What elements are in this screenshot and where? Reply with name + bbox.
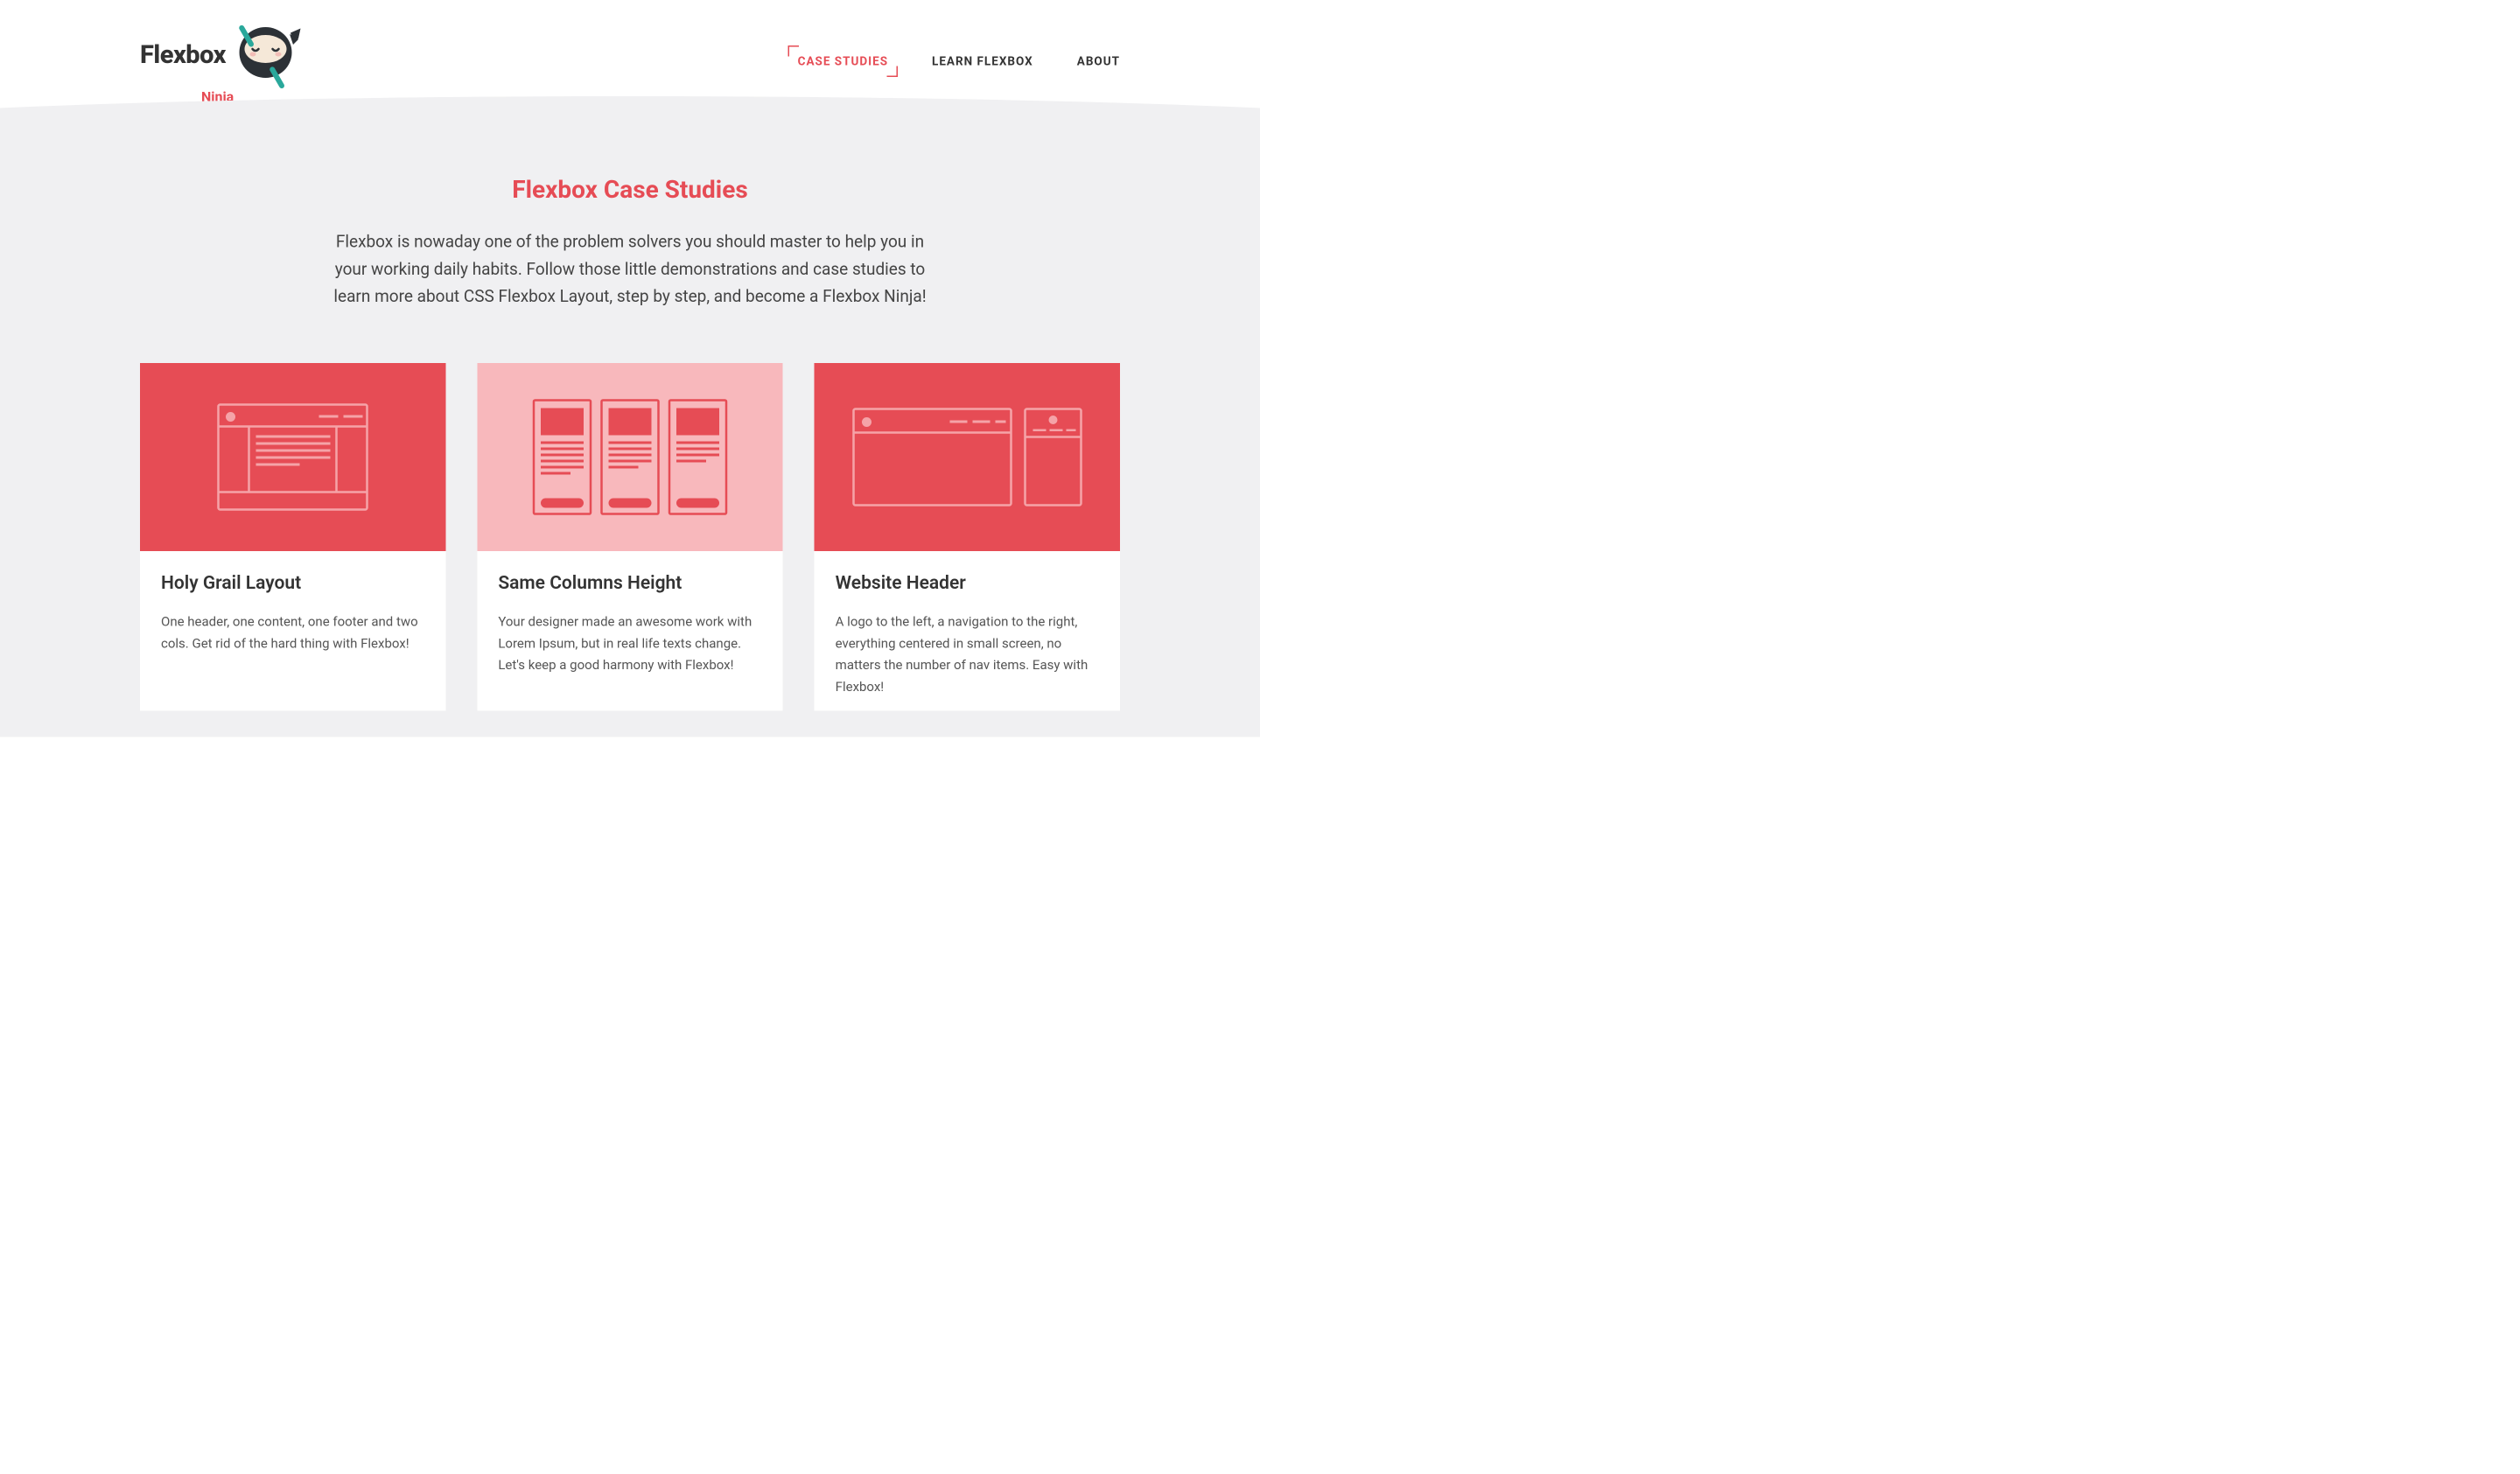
logo[interactable]: Flexbox Ninja (140, 17, 303, 105)
card-holy-grail[interactable]: Holy Grail Layout One header, one conten… (140, 363, 445, 711)
main-nav: CASE STUDIES LEARN FLEXBOX ABOUT (798, 54, 1120, 68)
card-body: Holy Grail Layout One header, one conten… (140, 551, 445, 667)
card-illustration (815, 363, 1120, 551)
card-description: A logo to the left, a navigation to the … (836, 611, 1099, 698)
nav-case-studies[interactable]: CASE STUDIES (798, 54, 888, 68)
intro-text: Flexbox is nowaday one of the problem so… (332, 228, 928, 311)
card-body: Same Columns Height Your designer made a… (477, 551, 782, 689)
card-description: One header, one content, one footer and … (161, 611, 424, 655)
logo-main-text: Flexbox (140, 40, 226, 70)
card-description: Your designer made an awesome work with … (498, 611, 761, 676)
page-title: Flexbox Case Studies (140, 175, 1120, 204)
card-title: Website Header (836, 572, 1099, 594)
card-title: Holy Grail Layout (161, 572, 424, 594)
card-body: Website Header A logo to the left, a nav… (815, 551, 1120, 711)
card-title: Same Columns Height (498, 572, 761, 594)
main-content: Flexbox Case Studies Flexbox is nowaday … (0, 122, 1260, 737)
card-website-header[interactable]: Website Header A logo to the left, a nav… (815, 363, 1120, 711)
card-same-columns[interactable]: Same Columns Height Your designer made a… (477, 363, 782, 711)
card-grid: Holy Grail Layout One header, one conten… (140, 363, 1120, 711)
decorative-curve (0, 96, 1260, 136)
ninja-icon (228, 17, 303, 92)
nav-learn-flexbox[interactable]: LEARN FLEXBOX (932, 54, 1033, 68)
nav-about[interactable]: ABOUT (1077, 54, 1120, 68)
card-illustration (140, 363, 445, 551)
card-illustration (477, 363, 782, 551)
